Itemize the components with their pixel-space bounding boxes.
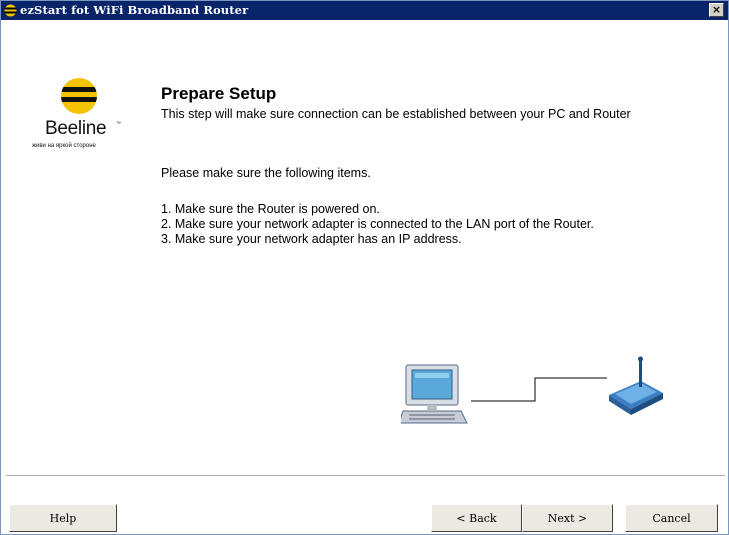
brand-name: Beeline: [45, 118, 107, 139]
steps-list: 1. Make sure the Router is powered on. 2…: [161, 202, 594, 247]
router-icon: [609, 356, 663, 415]
network-cable: [471, 377, 607, 402]
beeline-app-icon: [4, 4, 17, 17]
help-button[interactable]: Help: [9, 504, 117, 532]
title-bar: ezStart fot WiFi Broadband Router ×: [1, 1, 728, 20]
trademark: ™: [116, 121, 121, 127]
step-item: 2. Make sure your network adapter is con…: [161, 217, 594, 231]
back-button[interactable]: < Back: [431, 504, 522, 532]
wizard-window: ezStart fot WiFi Broadband Router × Beel…: [0, 0, 729, 535]
close-button[interactable]: ×: [709, 3, 724, 17]
cancel-button[interactable]: Cancel: [625, 504, 718, 532]
footer-divider: [6, 475, 725, 477]
connection-diagram: [401, 356, 663, 424]
close-icon: ×: [711, 3, 722, 16]
page-subtitle: This step will make sure connection can …: [161, 107, 631, 121]
page-title: Prepare Setup: [161, 84, 277, 103]
computer-icon: [401, 364, 468, 424]
brand-tagline: живи на яркой стороне: [32, 143, 96, 149]
step-item: 3. Make sure your network adapter has an…: [161, 232, 462, 246]
next-button[interactable]: Next >: [522, 504, 613, 532]
intro-text: Please make sure the following items.: [161, 166, 371, 180]
beeline-ball-icon: [61, 78, 97, 114]
beeline-logo: Beeline ™ живи на яркой стороне: [23, 77, 133, 152]
step-item: 1. Make sure the Router is powered on.: [161, 202, 380, 216]
window-title: ezStart fot WiFi Broadband Router: [20, 3, 249, 17]
